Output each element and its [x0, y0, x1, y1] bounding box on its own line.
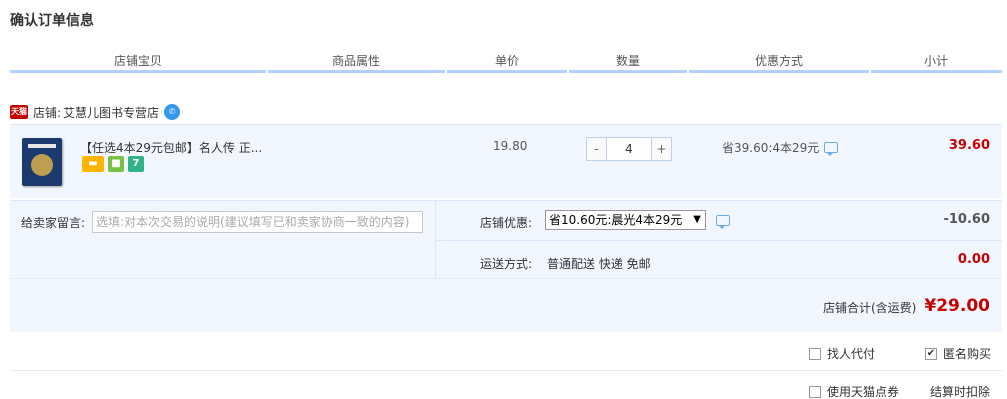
divider	[436, 240, 1002, 241]
dropdown-arrow-icon: ▼	[693, 214, 701, 225]
col-header-quantity: 数量	[615, 54, 640, 68]
col-header-promo: 优惠方式	[754, 54, 803, 68]
proxy-pay-label: 找人代付	[827, 347, 876, 361]
deduct-at-checkout-note: 结算时扣除	[930, 385, 991, 399]
seven-day-return-icon[interactable]: 7	[128, 156, 144, 172]
quantity-input[interactable]: 4	[607, 138, 651, 160]
message-label: 给卖家留言:	[21, 216, 86, 230]
promo-comment-icon[interactable]	[824, 142, 839, 156]
shipping-amount: 0.00	[957, 252, 990, 267]
anonymous-purchase-checkbox[interactable]: ✔	[925, 347, 937, 360]
item-promo-text: 省39.60:4本29元	[722, 141, 820, 155]
tmall-points-label: 使用天猫点券	[827, 385, 900, 399]
book-thumbnail[interactable]	[22, 138, 62, 186]
col-header-attributes: 商品属性	[331, 54, 380, 68]
shipping-method: 普通配送 快递 免邮	[547, 257, 651, 271]
gift-icon[interactable]: ■	[108, 156, 124, 172]
quantity-increase-button[interactable]: +	[651, 138, 671, 160]
shop-row: 天猫 店铺: 艾慧儿图书专营店 ✆	[10, 101, 181, 123]
shop-total-label: 店铺合计(含运费)	[823, 301, 917, 315]
seller-message-input[interactable]: 选填:对本次交易的说明(建议填写已和卖家协商一致的内容)	[92, 211, 423, 233]
shop-total-amount: ¥29.00	[924, 296, 990, 316]
wangwang-chat-icon[interactable]: ✆	[164, 104, 181, 120]
col-header-subtotal: 小计	[923, 54, 948, 68]
header-underline	[447, 70, 567, 73]
anonymous-purchase-option[interactable]: ✔ 匿名购买	[925, 345, 991, 362]
quantity-decrease-button[interactable]: -	[587, 138, 607, 160]
item-subtotal: 39.60	[948, 138, 990, 153]
tmall-logo-icon: 天猫	[10, 105, 28, 119]
tmall-points-checkbox[interactable]	[809, 385, 821, 398]
shop-discount-amount: -10.60	[943, 212, 990, 227]
proxy-pay-checkbox[interactable]	[809, 347, 821, 360]
shop-label: 店铺:	[33, 105, 62, 120]
quantity-stepper: - 4 +	[586, 137, 672, 161]
page-title: 确认订单信息	[10, 13, 94, 29]
discount-comment-icon[interactable]	[716, 215, 730, 229]
header-underline	[871, 70, 1002, 73]
col-header-shop-item: 店铺宝贝	[113, 54, 162, 68]
unit-price: 19.80	[493, 139, 528, 153]
header-underline	[10, 70, 266, 73]
shop-discount-label: 店铺优惠:	[480, 216, 533, 230]
shop-name-link[interactable]: 艾慧儿图书专营店	[63, 104, 159, 121]
header-underline	[689, 70, 869, 73]
shipping-label: 运送方式:	[480, 257, 533, 271]
shop-discount-select[interactable]: 省10.60元:晨光4本29元 ▼	[545, 210, 706, 230]
order-confirm-page: 确认订单信息 店铺宝贝 商品属性 单价 数量 优惠方式 小计 天猫 店铺: 艾慧…	[0, 0, 1007, 399]
header-underline	[569, 70, 687, 73]
shop-discount-selected: 省10.60元:晨光4本29元	[549, 213, 683, 227]
item-title-link[interactable]: 【任选4本29元包邮】名人传 正...	[80, 139, 270, 156]
item-panel	[10, 124, 1002, 198]
divider	[10, 370, 1002, 371]
col-header-price: 单价	[494, 54, 519, 68]
card-icon[interactable]: ▬	[82, 156, 104, 172]
item-promo: 省39.60:4本29元	[722, 139, 839, 156]
header-underline	[268, 70, 445, 73]
proxy-pay-option[interactable]: 找人代付	[809, 345, 875, 362]
service-icons: ▬ ■ 7	[82, 156, 144, 172]
tmall-points-option[interactable]: 使用天猫点券	[809, 383, 899, 399]
anonymous-purchase-label: 匿名购买	[943, 347, 992, 361]
